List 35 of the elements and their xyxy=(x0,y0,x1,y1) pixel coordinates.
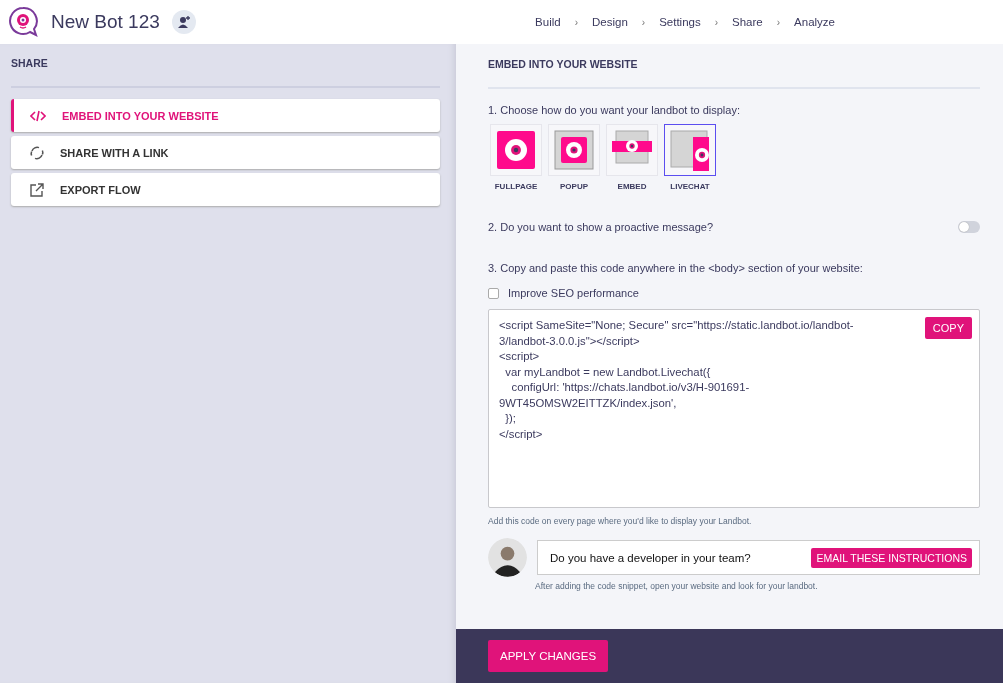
question-text: 1. Choose how do you want your landbot to display: xyxy=(488,104,741,116)
chevron-separator: › xyxy=(776,16,781,28)
code-icon xyxy=(30,109,46,122)
external-link-icon xyxy=(30,182,44,197)
prompt-text: Do you have a developer in your team? xyxy=(550,551,751,564)
step-tab[interactable]: Share xyxy=(718,16,777,28)
copy-button[interactable]: COPY xyxy=(924,317,972,339)
panel-title: EMBED INTO YOUR WEBSITE xyxy=(488,58,980,89)
section-title: SHARE xyxy=(11,57,440,88)
circular-arrows-icon xyxy=(30,145,44,160)
code-snippet-field[interactable]: <script SameSite="None; Secure" src="https://static.landbot.io/landbot- 3/landbot-3.0.0.js"></script> <script> var myLandbot = new Landbot.Livechat({ configUrl: 'https://chats.landbot.io/v3/H-901691- 9WT45OMSW2EITTZK/index.json', }); </script> COPY xyxy=(488,309,980,508)
chevron-separator: › xyxy=(714,16,719,28)
chevron-separator: › xyxy=(641,16,646,28)
seo-checkbox[interactable] xyxy=(488,287,499,299)
chevron-separator: › xyxy=(574,16,578,28)
step-tab[interactable]: Build xyxy=(521,16,575,28)
sidebar-item[interactable]: EMBED INTO YOUR WEBSITE xyxy=(11,99,440,132)
logo-icon xyxy=(7,6,39,38)
avatar-silhouette-icon xyxy=(488,538,527,577)
step-tab[interactable]: Settings xyxy=(645,16,715,28)
add-user-button[interactable] xyxy=(171,10,196,34)
hint-text: Add this code on every page where you'd like to display your Landbot. xyxy=(488,516,753,526)
sidebar-item[interactable]: EXPORT FLOW xyxy=(11,173,440,206)
bot-name: New Bot 123 xyxy=(51,11,160,33)
add-person-icon xyxy=(176,15,191,29)
checkbox-label: Improve SEO performance xyxy=(508,287,639,299)
step-tab[interactable]: Analyze xyxy=(780,16,849,28)
sidebar-item[interactable]: SHARE WITH A LINK xyxy=(11,136,440,169)
hint-text: After adding the code snippet, open your website and look for your landbot. xyxy=(535,581,819,591)
proactive-toggle[interactable] xyxy=(958,221,980,233)
email-instructions-button[interactable]: EMAIL THESE INSTRUCTIONS xyxy=(811,547,972,568)
step-tab[interactable]: Design xyxy=(578,16,642,28)
apply-changes-button[interactable]: APPLY CHANGES xyxy=(488,640,609,672)
question-text: 2. Do you want to show a proactive message? xyxy=(488,221,713,233)
question-text: 3. Copy and paste this code anywhere in the <body> section of your website: xyxy=(488,262,864,274)
